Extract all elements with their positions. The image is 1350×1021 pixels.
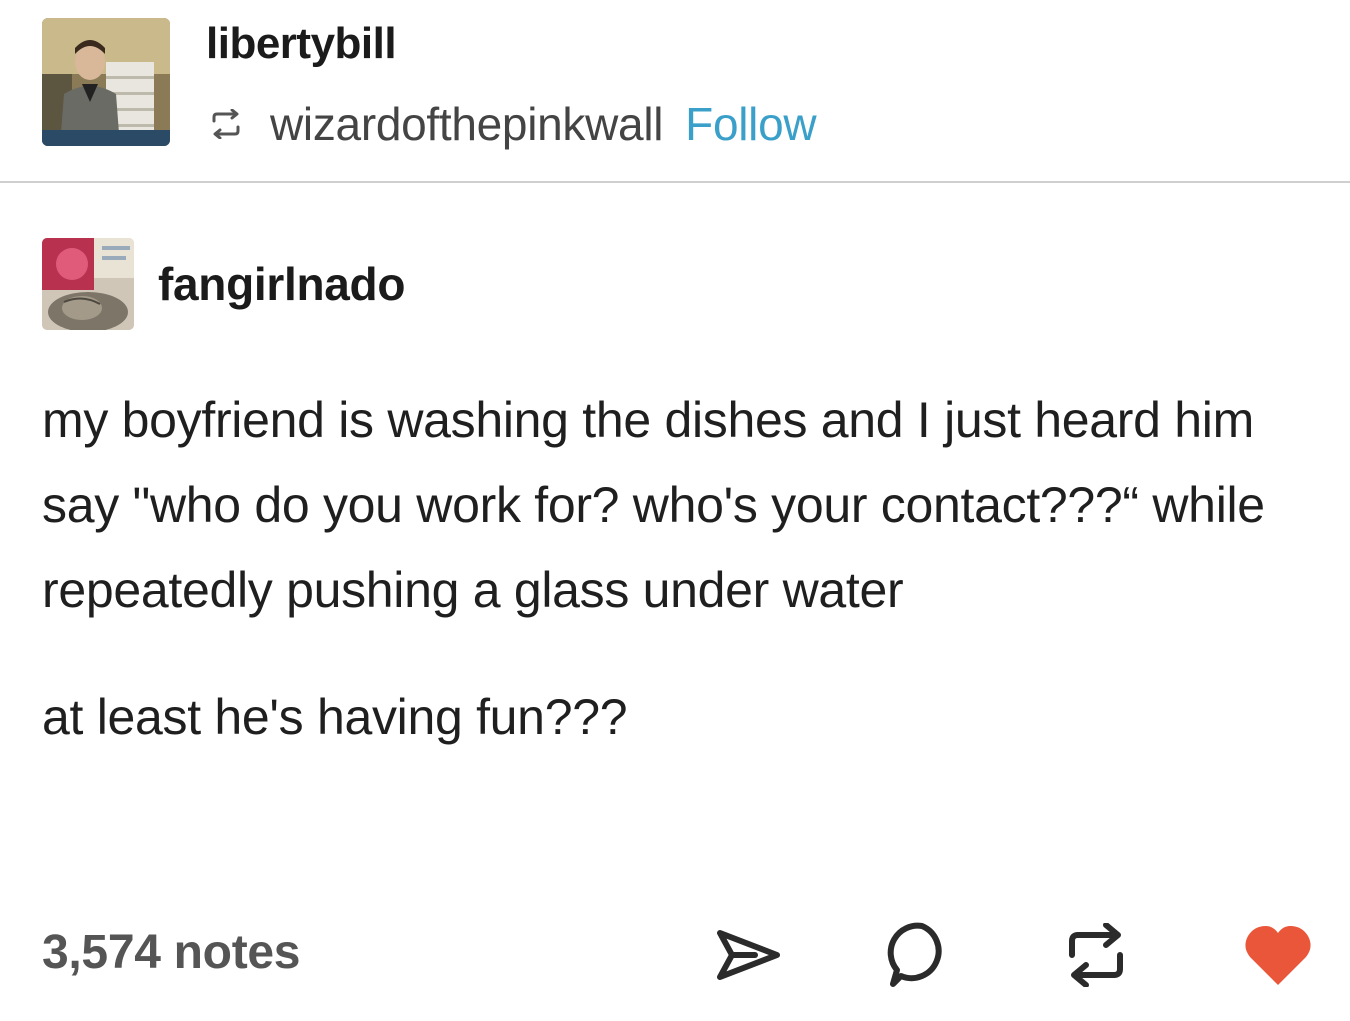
reblog-icon xyxy=(206,104,246,144)
notes-count[interactable]: 3,574 notes xyxy=(42,921,300,985)
post-header: libertybill wizardofthepinkwall Follow xyxy=(0,0,1350,182)
heart-icon[interactable] xyxy=(1238,915,1318,995)
post-paragraph: my boyfriend is washing the dishes and I… xyxy=(42,392,1265,618)
follow-button[interactable]: Follow xyxy=(685,96,816,152)
blog-name[interactable]: libertybill xyxy=(206,16,397,72)
divider xyxy=(0,181,1350,183)
post-paragraph: at least he's having fun??? xyxy=(42,689,628,745)
share-icon[interactable] xyxy=(708,915,788,995)
op-blog-name[interactable]: fangirlnado xyxy=(158,254,405,314)
reblog-attribution: wizardofthepinkwall Follow xyxy=(206,94,817,154)
avatar[interactable] xyxy=(42,18,170,146)
op-avatar[interactable] xyxy=(42,238,134,330)
post-footer: 3,574 notes xyxy=(0,915,1350,995)
reblog-icon[interactable] xyxy=(1056,915,1136,995)
reply-icon[interactable] xyxy=(882,915,962,995)
reblog-source-blog[interactable]: wizardofthepinkwall xyxy=(270,96,663,152)
post-body: my boyfriend is washing the dishes and I… xyxy=(42,378,1332,760)
